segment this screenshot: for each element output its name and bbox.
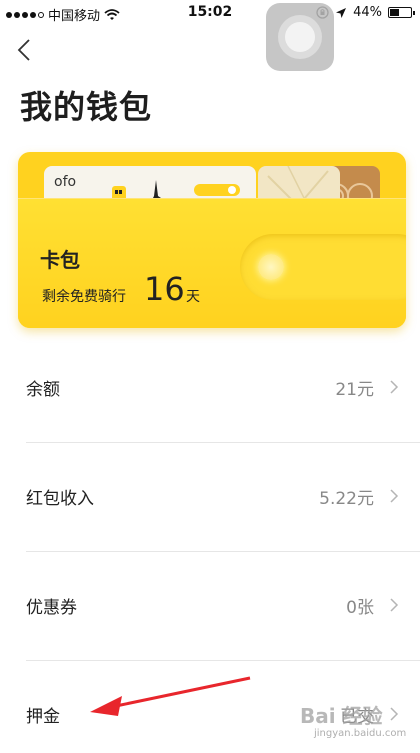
status-bar: 中国移动 15:02 44% <box>0 0 420 26</box>
list-item-label: 红包收入 <box>26 489 94 509</box>
clasp-button-icon <box>258 254 284 280</box>
list-item-label: 余额 <box>26 380 60 400</box>
battery-percent: 44% <box>353 5 382 20</box>
battery-level <box>390 9 399 16</box>
list-item-value: 5.22元 <box>319 489 374 509</box>
chevron-right-icon <box>390 598 399 612</box>
watermark-logo: Bai 经验 <box>300 704 383 728</box>
wallet-clasp <box>240 234 406 300</box>
location-arrow-icon <box>336 7 347 18</box>
ofo-brand-logo: ofo <box>54 174 77 190</box>
card-wallet[interactable]: ofo 卡包 剩余免费骑行 16 天 <box>18 152 406 328</box>
back-icon[interactable] <box>12 36 40 64</box>
list-item-label: 押金 <box>26 707 60 727</box>
free-ride-label: 剩余免费骑行 <box>42 289 126 305</box>
list-item-value: 0张 <box>346 598 374 618</box>
chevron-right-icon <box>390 380 399 394</box>
watermark-url: jingyan.baidu.com <box>314 728 407 739</box>
list-item-coupons[interactable]: 优惠券 0张 <box>0 551 420 660</box>
chevron-right-icon <box>390 707 399 721</box>
list-item-value: 21元 <box>335 380 374 400</box>
list-item-label: 优惠券 <box>26 598 77 618</box>
page-title: 我的钱包 <box>20 88 153 126</box>
list-item-balance[interactable]: 余额 21元 <box>0 333 420 442</box>
list-item-red-packet-income[interactable]: 红包收入 5.22元 <box>0 442 420 551</box>
free-ride-unit: 天 <box>186 289 200 305</box>
assistive-touch-button[interactable] <box>266 3 334 71</box>
annotation-arrow-icon <box>90 676 251 716</box>
card-wallet-title: 卡包 <box>40 248 80 272</box>
chevron-right-icon <box>390 489 399 503</box>
battery-icon <box>388 7 415 18</box>
free-ride-days: 16 <box>144 270 185 308</box>
